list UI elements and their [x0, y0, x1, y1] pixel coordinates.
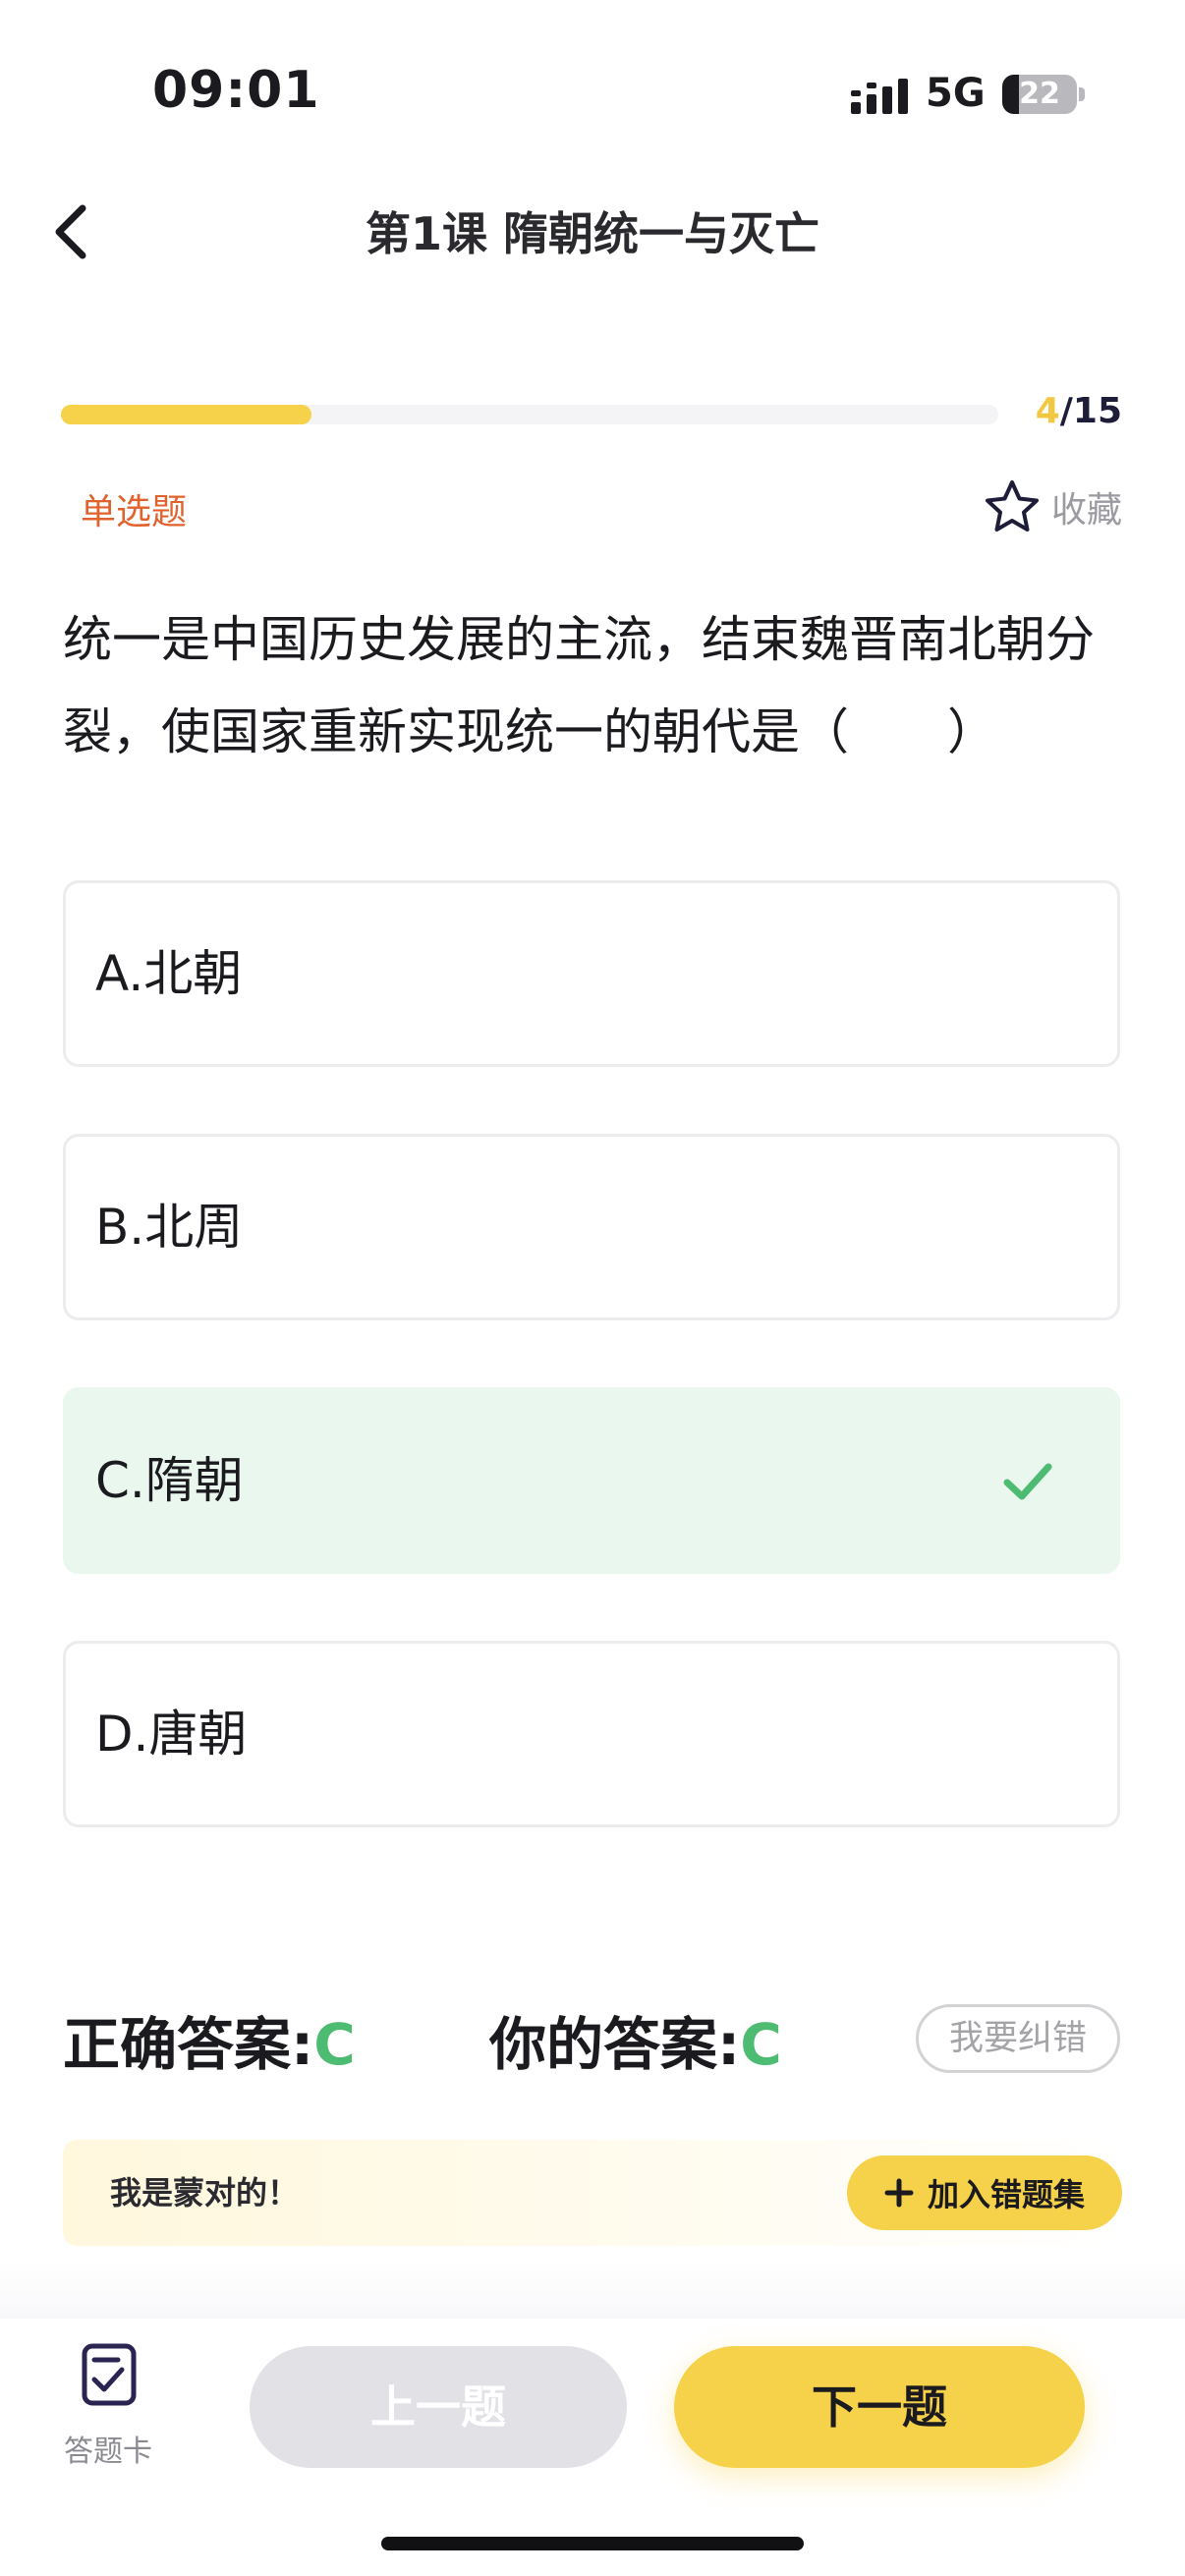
- correct-answer-label: 正确答案:: [63, 2011, 314, 2078]
- progress-total: /15: [1059, 391, 1122, 431]
- star-outline-icon: [985, 480, 1039, 532]
- option-b[interactable]: B.北周: [63, 1134, 1120, 1320]
- bottom-bar-divider: [0, 2260, 1185, 2319]
- answer-card-button[interactable]: 答题卡: [59, 2342, 157, 2470]
- option-label: B.北周: [95, 1199, 244, 1256]
- progress-current: 4: [1035, 391, 1060, 431]
- battery-cap: [1079, 87, 1085, 101]
- option-label: C.隋朝: [95, 1452, 244, 1509]
- page-title: 第1课 隋朝统一与灭亡: [365, 207, 820, 260]
- option-d[interactable]: D.唐朝: [63, 1641, 1120, 1827]
- plus-icon: [884, 2178, 914, 2208]
- status-time: 09:01: [152, 61, 320, 120]
- network-type: 5G: [926, 71, 986, 116]
- favorite-label: 收藏: [1050, 490, 1122, 531]
- progress-counter: 4/15: [1036, 391, 1122, 431]
- progress-bar: [61, 405, 998, 424]
- signal-icon: [851, 79, 908, 114]
- next-question-button[interactable]: 下一题: [674, 2346, 1085, 2468]
- battery-icon: 22: [1002, 75, 1077, 114]
- add-to-mistakes-button[interactable]: 加入错题集: [847, 2156, 1122, 2230]
- correct-answer: 正确答案:C: [63, 1998, 356, 2081]
- report-error-button[interactable]: 我要纠错: [916, 2004, 1120, 2073]
- your-answer-label: 你的答案:: [489, 2011, 741, 2078]
- your-answer-value: C: [740, 2011, 782, 2078]
- favorite-button[interactable]: 收藏: [983, 476, 1122, 538]
- option-c[interactable]: C.隋朝: [63, 1387, 1120, 1574]
- option-label: D.唐朝: [95, 1706, 248, 1763]
- answer-card-label: 答题卡: [64, 2435, 152, 2469]
- add-to-mistakes-label: 加入错题集: [927, 2176, 1085, 2213]
- question-type-label: 单选题: [81, 492, 188, 532]
- option-label: A.北朝: [95, 945, 243, 1002]
- battery-percent: 22: [1019, 77, 1060, 111]
- check-icon: [1003, 1463, 1052, 1500]
- answer-card-icon: [82, 2343, 137, 2406]
- option-a[interactable]: A.北朝: [63, 880, 1120, 1067]
- home-indicator: [381, 2537, 804, 2550]
- correct-answer-value: C: [313, 2011, 356, 2078]
- question-text: 统一是中国历史发展的主流，结束魏晋南北朝分裂，使国家重新实现统一的朝代是（ ）: [63, 611, 1095, 760]
- guess-note-text: 我是蒙对的！: [110, 2174, 300, 2212]
- progress-fill: [61, 405, 311, 424]
- previous-question-button[interactable]: 上一题: [250, 2346, 627, 2468]
- your-answer: 你的答案:C: [489, 1998, 782, 2081]
